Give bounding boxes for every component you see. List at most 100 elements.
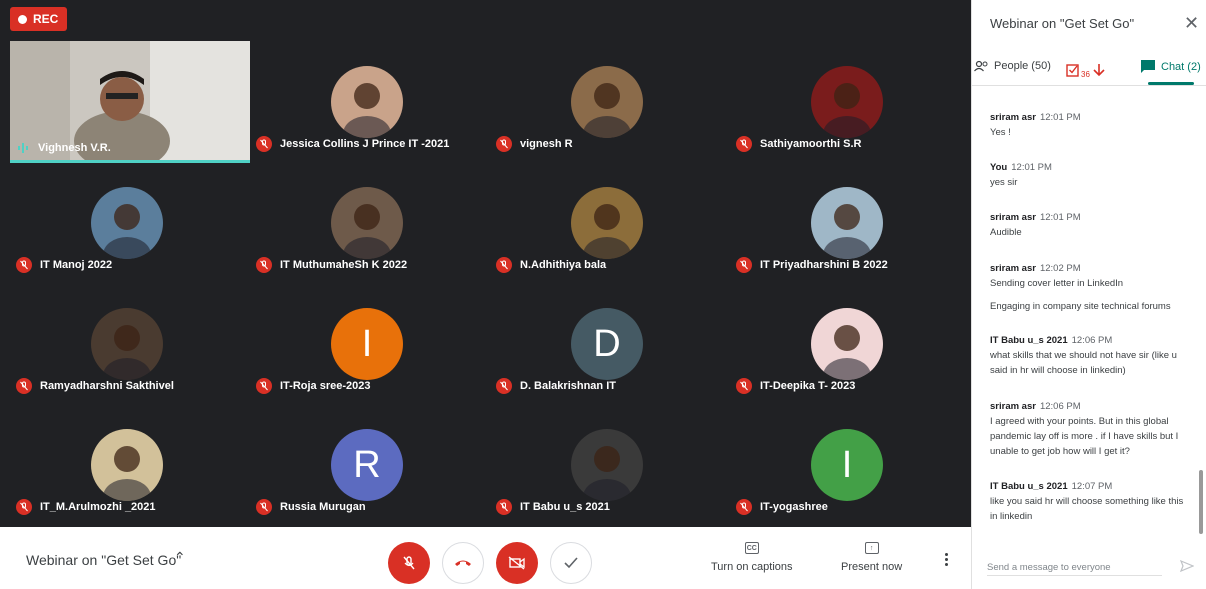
- message-time: 12:01 PM: [1039, 212, 1081, 223]
- tab-people[interactable]: People (50): [974, 60, 1051, 72]
- chevron-up-icon[interactable]: ⌃: [174, 549, 186, 566]
- message-time: 12:01 PM: [1011, 162, 1052, 173]
- attendance-count: 36: [1081, 70, 1090, 79]
- camera-toggle-button[interactable]: [496, 542, 538, 584]
- control-bar: Webinar on "Get Set Go" ⌃ CC Turn on cap…: [0, 527, 971, 589]
- participant-name: IT_M.Arulmozhi _2021: [40, 501, 156, 513]
- avatar: [91, 308, 163, 380]
- chat-message: sriram asr 12:02 PM Sending cover letter i…: [990, 261, 1190, 314]
- mic-muted-icon: [736, 136, 752, 152]
- recording-badge: REC: [10, 7, 67, 31]
- mic-muted-icon: [736, 378, 752, 394]
- chat-scrollbar[interactable]: [1199, 470, 1203, 534]
- participant-tile[interactable]: vignesh R: [490, 41, 720, 156]
- message-header: sriram asr 12:02 PM: [990, 261, 1190, 276]
- participant-tile[interactable]: I IT-Roja sree-2023: [250, 283, 480, 398]
- mic-muted-icon: [496, 136, 512, 152]
- avatar: [331, 187, 403, 259]
- message-text: Yes !: [990, 127, 1011, 138]
- participant-tile[interactable]: D D. Balakrishnan IT: [490, 283, 720, 398]
- record-dot-icon: [18, 14, 27, 24]
- participant-name-row: Russia Murugan: [256, 499, 366, 515]
- participant-tile[interactable]: Sathiyamoorthi S.R: [730, 41, 960, 156]
- checkmark-icon: [564, 557, 578, 569]
- present-icon: ↑: [864, 542, 879, 554]
- mic-muted-icon: [256, 499, 272, 515]
- participant-tile[interactable]: Jessica Collins J Prince IT -2021: [250, 41, 480, 156]
- tab-chat[interactable]: Chat (2): [1141, 60, 1201, 73]
- participant-name: IT Manoj 2022: [40, 259, 113, 271]
- speaker-name: Vighnesh V.R.: [38, 142, 111, 154]
- avatar: [811, 187, 883, 259]
- participant-name: N.Adhithiya bala: [520, 259, 607, 271]
- captions-icon: CC: [744, 542, 759, 554]
- participant-tile[interactable]: IT Priyadharshini B 2022: [730, 162, 960, 277]
- mic-muted-icon: [736, 257, 752, 273]
- message-text: Sending cover letter in LinkedIn: [990, 278, 1124, 289]
- participant-tile[interactable]: IT_M.Arulmozhi _2021: [10, 404, 240, 519]
- message-time: 12:02 PM: [1039, 263, 1081, 274]
- leave-call-button[interactable]: [442, 542, 484, 584]
- send-icon[interactable]: [1180, 560, 1194, 572]
- message-text: Audible: [990, 227, 1022, 238]
- side-panel: Webinar on "Get Set Go" ✕ People (50) 36…: [971, 0, 1206, 589]
- mic-muted-icon: [16, 257, 32, 273]
- camera-off-icon: [508, 556, 525, 570]
- chat-message: sriram asr 12:06 PM I agreed with your poi…: [990, 399, 1190, 459]
- message-text: like you said hr will choose something l…: [990, 496, 1184, 522]
- participant-tile[interactable]: R Russia Murugan: [250, 404, 480, 519]
- message-time: 12:06 PM: [1039, 401, 1081, 412]
- panel-title: Webinar on "Get Set Go": [990, 16, 1135, 31]
- captions-button[interactable]: CC Turn on captions: [711, 542, 793, 573]
- video-tile-speaker[interactable]: Vighnesh V.R.: [10, 41, 250, 163]
- avatar: [571, 187, 643, 259]
- message-time: 12:01 PM: [1039, 112, 1081, 123]
- message-header: IT Babu u_s 2021 12:07 PM: [990, 479, 1190, 494]
- message-sender: sriram asr: [990, 263, 1036, 274]
- participant-name: Sathiyamoorthi S.R: [760, 138, 862, 150]
- message-sender: You: [990, 162, 1008, 173]
- avatar: R: [331, 429, 403, 501]
- participant-name-row: IT_M.Arulmozhi _2021: [16, 499, 156, 515]
- chat-message: sriram asr 12:01 PM Yes !: [990, 110, 1190, 140]
- close-icon[interactable]: ✕: [1184, 13, 1199, 34]
- participant-tile[interactable]: I IT-yogashree: [730, 404, 960, 519]
- mic-muted-icon: [16, 378, 32, 394]
- more-options-icon[interactable]: [945, 553, 949, 568]
- mic-muted-icon: [256, 257, 272, 273]
- message-input[interactable]: Send a message to everyone: [987, 562, 1111, 573]
- mic-muted-icon: [496, 378, 512, 394]
- avatar: [811, 308, 883, 380]
- participant-tile[interactable]: IT Babu u_s 2021: [490, 404, 720, 519]
- mic-muted-icon: [16, 499, 32, 515]
- participant-name: IT Priyadharshini B 2022: [760, 259, 888, 271]
- participant-tile[interactable]: IT-Deepika T- 2023: [730, 283, 960, 398]
- meeting-title[interactable]: Webinar on "Get Set Go": [26, 552, 181, 568]
- participant-tile[interactable]: IT Manoj 2022: [10, 162, 240, 277]
- chat-messages: sriram asr 12:01 PM Yes ! You 12:01 PM yes si…: [972, 100, 1200, 530]
- avatar: [811, 66, 883, 138]
- participant-name: IT-Deepika T- 2023: [760, 380, 856, 392]
- avatar: D: [571, 308, 643, 380]
- avatar: [91, 187, 163, 259]
- attendance-check-button[interactable]: [550, 542, 592, 584]
- present-now-button[interactable]: ↑ Present now: [841, 542, 902, 573]
- participant-name: IT-Roja sree-2023: [280, 380, 371, 392]
- avatar: [571, 66, 643, 138]
- participant-tile[interactable]: IT MuthumaheSh K 2022: [250, 162, 480, 277]
- hang-up-icon: [455, 560, 471, 566]
- message-text: I agreed with your points. But in this g…: [990, 416, 1179, 457]
- participant-name-row: IT Babu u_s 2021: [496, 499, 610, 515]
- attendance-button[interactable]: 36: [1066, 60, 1106, 79]
- chat-icon: [1141, 60, 1155, 73]
- participant-tile[interactable]: N.Adhithiya bala: [490, 162, 720, 277]
- participant-name-row: Sathiyamoorthi S.R: [736, 136, 861, 152]
- participant-tile[interactable]: Ramyadharshni Sakthivel: [10, 283, 240, 398]
- mic-toggle-button[interactable]: [388, 542, 430, 584]
- participant-name-row: D. Balakrishnan IT: [496, 378, 616, 394]
- message-sender: IT Babu u_s 2021: [990, 481, 1068, 492]
- chat-tab-label: Chat (2): [1161, 60, 1201, 73]
- mic-muted-icon: [496, 257, 512, 273]
- participant-name-row: IT-Roja sree-2023: [256, 378, 371, 394]
- message-time: 12:06 PM: [1071, 335, 1113, 346]
